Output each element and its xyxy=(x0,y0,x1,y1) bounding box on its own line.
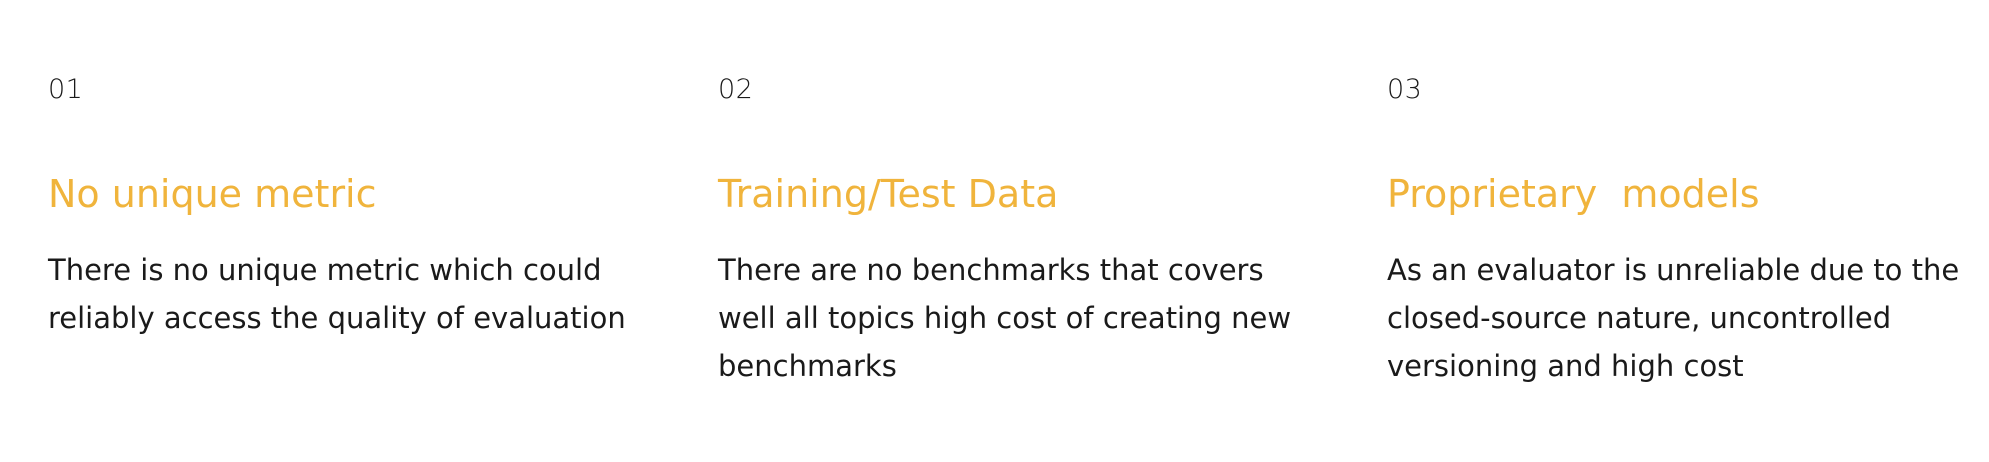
card-title: No unique metric xyxy=(48,172,377,216)
card-number: 03 xyxy=(1387,74,1423,105)
card-title: Training/Test Data xyxy=(718,172,1059,216)
card-description: As an evaluator is unreliable due to the… xyxy=(1387,253,1960,383)
card-number: 02 xyxy=(718,74,754,105)
card-title: Proprietary models xyxy=(1387,172,1760,216)
card-description: There is no unique metric which could re… xyxy=(48,253,626,335)
card-number: 01 xyxy=(48,74,84,105)
card-description: There are no benchmarks that covers well… xyxy=(718,253,1292,383)
feature-columns: 01 No unique metric There is no unique m… xyxy=(0,0,1989,462)
